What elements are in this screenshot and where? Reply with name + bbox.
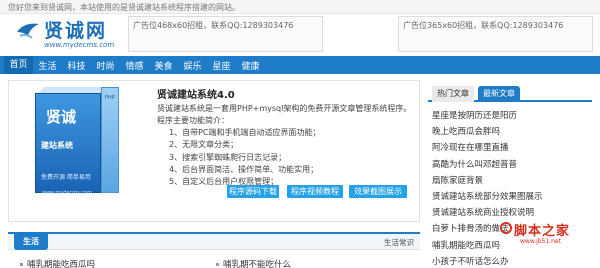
- feature-item: 3、搜索引擎蜘蛛爬行日志记录；: [169, 152, 287, 162]
- site-logo[interactable]: 贤诚网 www.mydecms.com: [16, 14, 116, 52]
- download-source-button[interactable]: 程序源码下载: [227, 185, 279, 198]
- life-section-header: 生活 生活常识: [8, 232, 420, 250]
- screenshot-showcase-button[interactable]: 效果截图展示: [349, 185, 407, 198]
- nav-item-home[interactable]: 首页: [4, 56, 33, 74]
- nav-item-life[interactable]: 生活: [33, 59, 62, 72]
- logo-domain-text: www.mydecms.com: [44, 41, 115, 49]
- nav-item-tech[interactable]: 科技: [62, 59, 91, 72]
- article-link[interactable]: 小孩子不听话怎么办: [432, 254, 592, 268]
- ad-text: 广告位468x60招租，联系QQ:1289303476: [133, 21, 294, 30]
- tab-hot-articles[interactable]: 热门文章: [432, 86, 474, 102]
- section-more-link[interactable]: 生活常识: [384, 237, 414, 248]
- article-link[interactable]: 贤诚建站系统部分效果图展示: [432, 189, 592, 205]
- nav-item-emotion[interactable]: 情感: [120, 59, 149, 72]
- article-link[interactable]: 星座是按阴历还是阳历: [432, 108, 592, 124]
- bullet-icon: [20, 263, 23, 266]
- section-article-title: 哺乳期能吃西瓜吗: [27, 260, 96, 268]
- box-php-label: PHP: [105, 95, 115, 101]
- feature-item: 4、后台界面简洁、操作简单、功能实用；: [169, 164, 319, 174]
- feature-list: 1、自带PC端和手机端自动适应界面功能； 2、无限文章分类； 3、搜索引擎蜘蛛爬…: [169, 127, 321, 188]
- top-welcome-bar: 您好您来到贤诚网，本站使用的是贤诚建站系统程序搭建的网站。: [0, 0, 600, 14]
- feature-item: 2、无限文章分类；: [169, 140, 239, 150]
- box-subtitle: 建站系统: [41, 141, 73, 150]
- watermark-url: www.jb51.net: [520, 238, 561, 245]
- main-nav: 首页 生活 科技 时尚 情感 美食 娱乐 星座 健康: [0, 56, 600, 74]
- nav-item-horoscope[interactable]: 星座: [207, 59, 236, 72]
- ad-banner-468[interactable]: 广告位468x60招租，联系QQ:1289303476: [128, 16, 323, 52]
- nav-item-entertainment[interactable]: 娱乐: [178, 59, 207, 72]
- article-link[interactable]: 高酷为什么叫邓超普普: [432, 157, 592, 173]
- ad-banner-365[interactable]: 广告位365x60招租，联系QQ:1289303476: [398, 16, 593, 52]
- welcome-text: 您好您来到贤诚网，本站使用的是贤诚建站系统程序搭建的网站。: [8, 3, 240, 12]
- box-front-face: 贤诚 建站系统 免费开源 简单易用 www.mydecms.com: [35, 93, 101, 196]
- box-title: 贤诚: [46, 108, 77, 126]
- promo-title: 贤诚建站系统4.0: [157, 90, 235, 101]
- nav-item-fashion[interactable]: 时尚: [91, 59, 120, 72]
- watermark-logo: 脚本之家 www.jb51.net: [500, 218, 598, 248]
- bullet-icon: [216, 263, 219, 266]
- product-box-image: 贤诚 建站系统 免费开源 简单易用 www.mydecms.com PHP: [35, 87, 121, 196]
- feature-item: 1、自带PC端和手机端自动适应界面功能；: [169, 128, 321, 137]
- nav-item-health[interactable]: 健康: [236, 59, 265, 72]
- nav-item-food[interactable]: 美食: [149, 59, 178, 72]
- section-tab-life[interactable]: 生活: [14, 234, 48, 250]
- watermark-text: 脚本之家: [514, 224, 571, 239]
- article-link[interactable]: 扇陈家庭背景: [432, 173, 592, 189]
- watermark-circle-icon: [500, 222, 512, 234]
- ad-text: 广告位365x60招租，联系QQ:1289303476: [403, 21, 564, 30]
- section-article-link[interactable]: 哺乳期不能吃什么: [216, 258, 291, 268]
- tab-latest-articles[interactable]: 最新文章: [478, 86, 520, 102]
- section-article-link[interactable]: 哺乳期能吃西瓜吗: [20, 258, 95, 268]
- article-link[interactable]: 晚上吃西瓜会胖吗: [432, 124, 592, 140]
- sidebar-tabs: 热门文章 最新文章: [428, 82, 592, 102]
- features-heading: 程序主要功能简介：: [157, 116, 229, 125]
- video-tutorial-button[interactable]: 程序视频教程: [287, 185, 343, 198]
- box-side-face: [101, 87, 119, 193]
- promo-description: 贤诚建站系统是一套用PHP+mysql架构的免费开源文章管理系统程序。: [157, 104, 412, 113]
- box-url: www.mydecms.com: [42, 190, 92, 196]
- logo-bird-icon: [17, 23, 39, 39]
- logo-brand-text: 贤诚网: [44, 20, 108, 42]
- article-link[interactable]: 阿冷现在在哪里直播: [432, 140, 592, 156]
- product-promo-panel: 贤诚 建站系统 免费开源 简单易用 www.mydecms.com PHP 贤诚…: [8, 80, 420, 222]
- section-article-title: 哺乳期不能吃什么: [223, 260, 292, 268]
- box-features: 免费开源 简单易用: [41, 174, 91, 181]
